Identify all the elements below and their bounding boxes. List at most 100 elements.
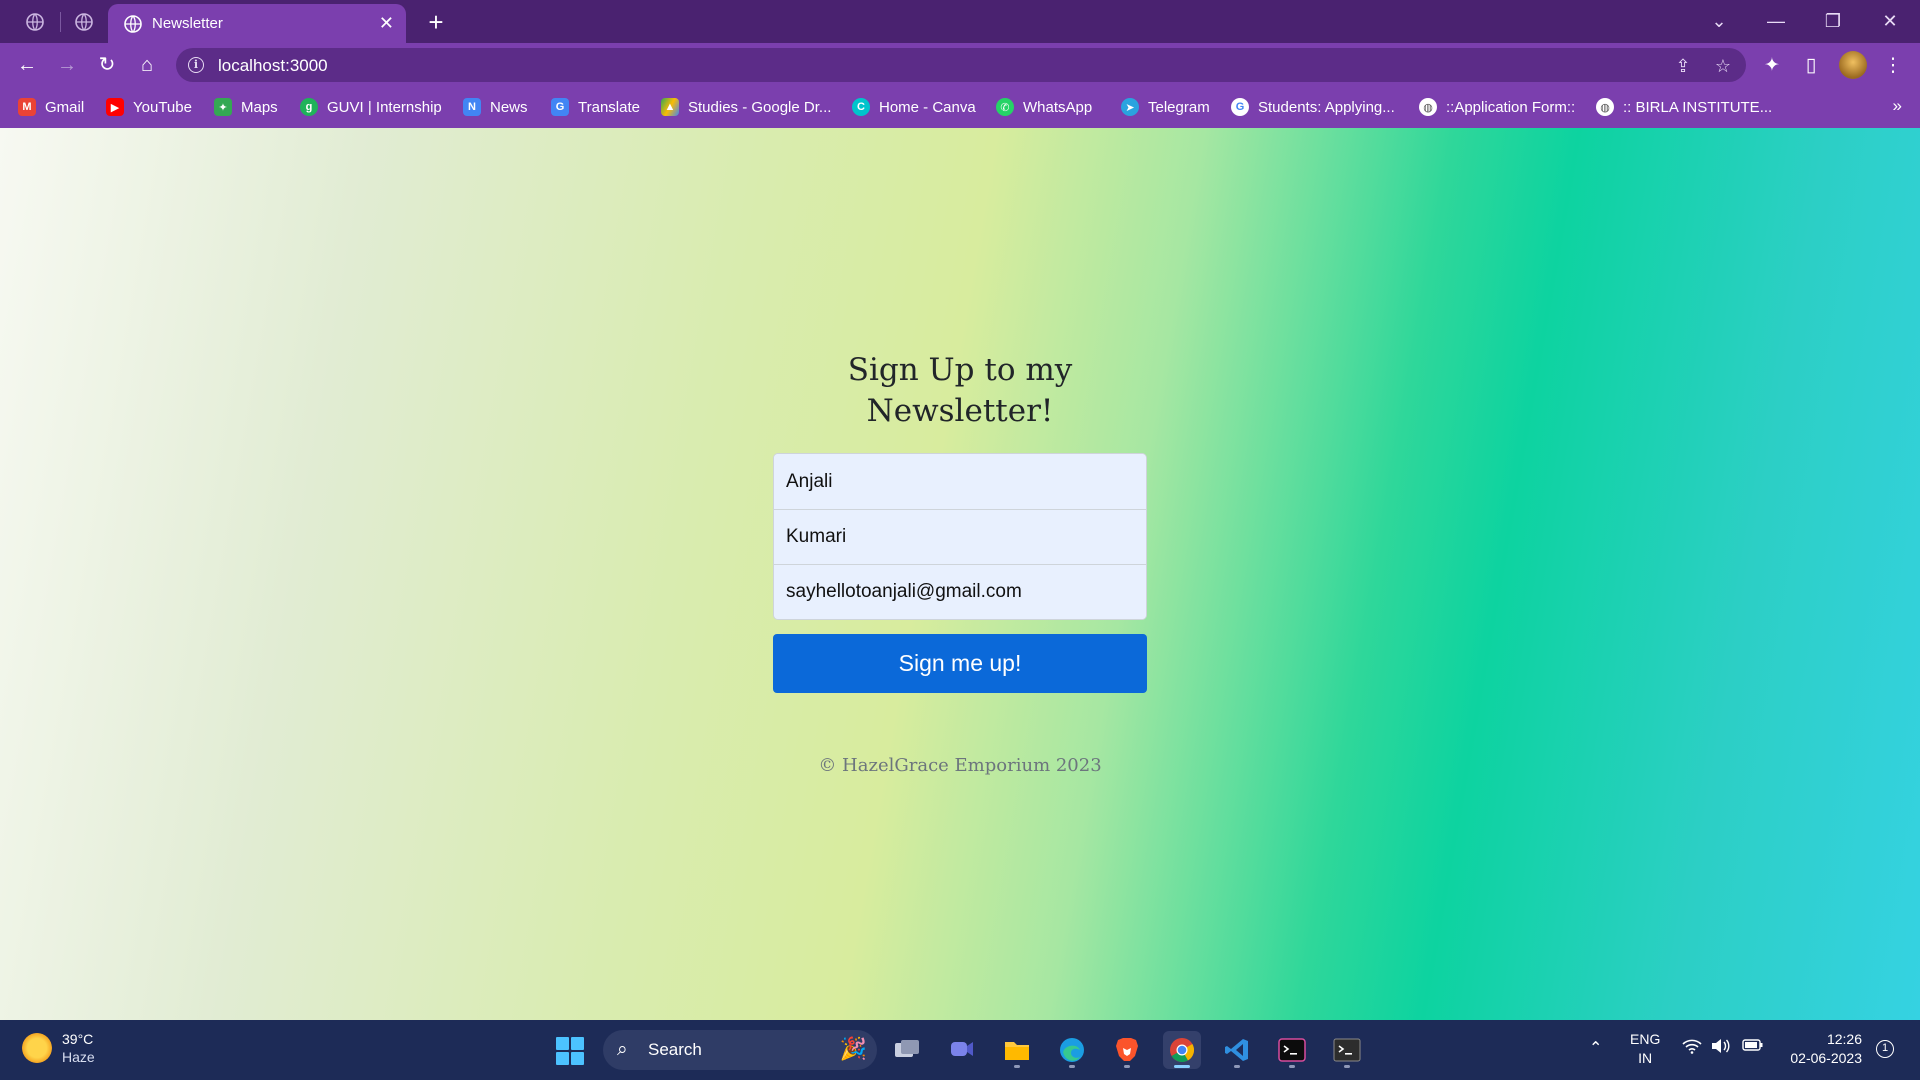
clock-time: 12:26 — [1826, 1031, 1862, 1047]
google-icon: G — [1231, 98, 1249, 116]
clock-date: 02-06-2023 — [1790, 1050, 1862, 1066]
tab-newsletter[interactable]: Newsletter ✕ — [108, 4, 406, 43]
brave-browser-icon[interactable] — [1108, 1031, 1146, 1069]
running-indicator — [1014, 1065, 1020, 1068]
taskbar-search-label: Search — [648, 1040, 702, 1059]
reload-button[interactable]: ↻ — [92, 50, 122, 80]
tab-search-icon[interactable]: ⌄ — [1694, 6, 1744, 36]
news-icon: N — [463, 98, 481, 116]
bookmark-students-applying[interactable]: G Students: Applying... — [1231, 96, 1395, 118]
windows-start-icon[interactable] — [556, 1037, 584, 1065]
pinned-tab-1[interactable] — [15, 7, 55, 37]
tab-strip: Newsletter ✕ + ⌄ — ❐ ✕ — [0, 0, 1920, 43]
search-highlight-icon: 🎉 — [839, 1036, 867, 1061]
volume-icon[interactable] — [1710, 1038, 1730, 1059]
bookmark-canva[interactable]: C Home - Canva — [852, 96, 976, 118]
restore-button[interactable]: ❐ — [1808, 6, 1858, 36]
input-language[interactable]: ENG IN — [1630, 1030, 1660, 1068]
signup-form: Sign Up to my Newsletter! Sign me up! © … — [773, 350, 1147, 776]
new-tab-button[interactable]: + — [420, 6, 452, 38]
taskbar-search[interactable]: ⌕ Search 🎉 — [603, 1030, 877, 1070]
guvi-icon: g — [300, 98, 318, 116]
running-indicator — [1234, 1065, 1240, 1068]
side-panel-icon[interactable]: ▯ — [1798, 53, 1824, 79]
tab-title: Newsletter — [152, 15, 223, 32]
tab-separator — [60, 12, 61, 32]
translate-icon: G — [551, 98, 569, 116]
bookmark-whatsapp[interactable]: ✆ WhatsApp — [996, 96, 1092, 118]
chrome-browser-icon[interactable] — [1163, 1031, 1201, 1069]
youtube-icon: ▶ — [106, 98, 124, 116]
weather-haze-icon — [22, 1033, 52, 1063]
teams-chat-icon[interactable] — [943, 1031, 981, 1069]
bookmark-guvi[interactable]: g GUVI | Internship — [300, 96, 442, 118]
extensions-puzzle-icon[interactable]: ✦ — [1759, 53, 1785, 79]
task-view-icon[interactable] — [888, 1031, 926, 1069]
forward-button[interactable]: → — [52, 50, 82, 80]
footer-copyright: © HazelGrace Emporium 2023 — [818, 755, 1102, 776]
site-info-icon[interactable]: i — [188, 57, 204, 73]
running-indicator — [1069, 1065, 1075, 1068]
weather-condition: Haze — [62, 1049, 95, 1065]
bookmark-maps[interactable]: ✦ Maps — [214, 96, 278, 118]
bookmark-star-icon[interactable]: ☆ — [1712, 55, 1734, 77]
canva-icon: C — [852, 98, 870, 116]
input-group — [773, 453, 1147, 620]
bookmark-birla-institute[interactable]: ◍:: BIRLA INSTITUTE... — [1596, 96, 1772, 118]
globe-icon: ◍ — [1419, 98, 1437, 116]
close-tab-icon[interactable]: ✕ — [379, 13, 394, 34]
wifi-icon[interactable] — [1682, 1038, 1702, 1059]
bookmark-application-form[interactable]: ◍::Application Form:: — [1419, 96, 1575, 118]
bookmark-news[interactable]: N News — [463, 96, 528, 118]
running-indicator — [1174, 1065, 1190, 1068]
google-drive-icon: ▲ — [661, 98, 679, 116]
command-prompt-icon[interactable] — [1328, 1031, 1366, 1069]
globe-icon — [124, 15, 142, 33]
battery-icon[interactable] — [1742, 1038, 1764, 1057]
vscode-icon[interactable] — [1218, 1031, 1256, 1069]
running-indicator — [1124, 1065, 1130, 1068]
first-name-input[interactable] — [774, 454, 1146, 509]
more-bookmarks-chevron-icon[interactable]: » — [1893, 96, 1902, 116]
bookmark-telegram[interactable]: ➤ Telegram — [1121, 96, 1210, 118]
email-input[interactable] — [774, 564, 1146, 619]
running-indicator — [1344, 1065, 1350, 1068]
sign-up-button[interactable]: Sign me up! — [773, 634, 1147, 693]
bookmark-gmail[interactable]: M Gmail — [18, 96, 84, 118]
whatsapp-icon: ✆ — [996, 98, 1014, 116]
notification-badge[interactable]: 1 — [1876, 1040, 1894, 1058]
menu-kebab-icon[interactable]: ⋮ — [1880, 53, 1906, 79]
close-window-button[interactable]: ✕ — [1865, 6, 1915, 36]
windows-taskbar: 39°C Haze ⌕ Search 🎉 ⌃ ENG IN 12:26 02-0… — [0, 1020, 1920, 1080]
weather-widget[interactable]: 39°C Haze — [22, 1030, 95, 1066]
running-indicator — [1289, 1065, 1295, 1068]
home-button[interactable]: ⌂ — [132, 50, 162, 80]
page-content: Sign Up to my Newsletter! Sign me up! © … — [0, 128, 1920, 1020]
page-heading: Sign Up to my Newsletter! — [847, 352, 1073, 429]
browser-toolbar: ← → ↻ ⌂ i localhost:3000 ⇪ ☆ ✦ ▯ ⋮ — [0, 43, 1920, 87]
telegram-icon: ➤ — [1121, 98, 1139, 116]
globe-icon — [26, 13, 44, 31]
last-name-input[interactable] — [774, 509, 1146, 564]
bookmarks-bar: M Gmail ▶ YouTube ✦ Maps g GUVI | Internship… — [0, 87, 1920, 128]
pinned-tab-2[interactable] — [64, 7, 104, 37]
address-bar[interactable]: i localhost:3000 ⇪ ☆ — [176, 48, 1746, 82]
globe-icon — [75, 13, 93, 31]
show-hidden-icons-chevron-icon[interactable]: ⌃ — [1589, 1038, 1602, 1058]
file-explorer-icon[interactable] — [998, 1031, 1036, 1069]
bookmark-studies-drive[interactable]: ▲ Studies - Google Dr... — [661, 96, 831, 118]
terminal-icon[interactable] — [1273, 1031, 1311, 1069]
back-button[interactable]: ← — [12, 50, 42, 80]
globe-icon: ◍ — [1596, 98, 1614, 116]
search-icon: ⌕ — [617, 1039, 628, 1060]
edge-browser-icon[interactable] — [1053, 1031, 1091, 1069]
gmail-icon: M — [18, 98, 36, 116]
minimize-button[interactable]: — — [1751, 6, 1801, 36]
weather-temp: 39°C — [62, 1031, 94, 1047]
bookmark-youtube[interactable]: ▶ YouTube — [106, 96, 192, 118]
profile-avatar[interactable] — [1839, 51, 1867, 79]
share-icon[interactable]: ⇪ — [1672, 55, 1694, 77]
system-clock[interactable]: 12:26 02-06-2023 — [1782, 1030, 1862, 1068]
address-url[interactable]: localhost:3000 — [218, 56, 328, 76]
bookmark-translate[interactable]: G Translate — [551, 96, 640, 118]
